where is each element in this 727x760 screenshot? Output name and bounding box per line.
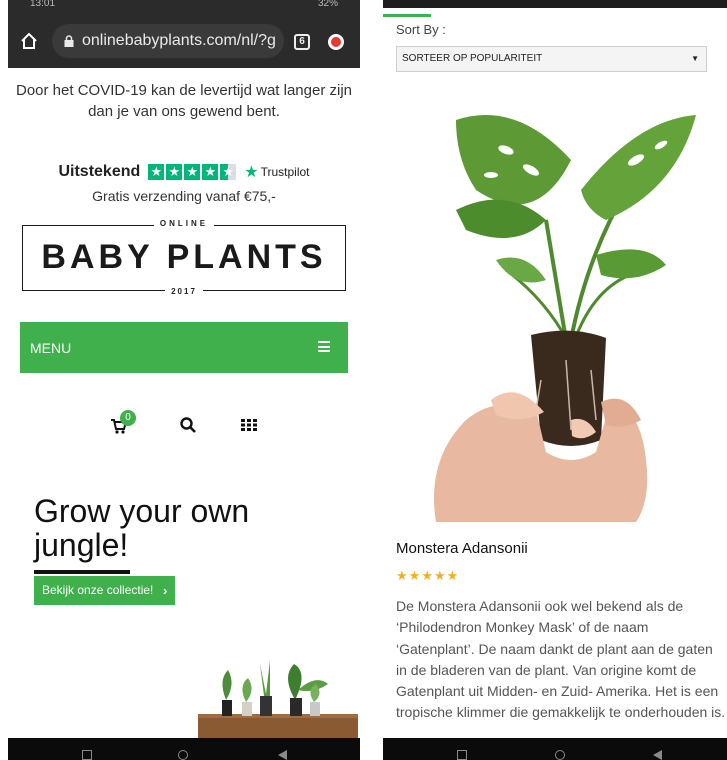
view-collection-button[interactable]: Bekijk onze collectie! › <box>34 576 176 605</box>
android-nav-bar <box>8 738 360 760</box>
page-load-progress <box>383 14 431 17</box>
home-nav-icon[interactable] <box>555 750 565 760</box>
trustpilot-star-icon: ★ <box>148 164 165 180</box>
free-shipping-text: Gratis verzending vanaf €75,- <box>92 188 276 204</box>
trustpilot-logo: ★ Trustpilot <box>244 162 309 182</box>
hero-heading: Grow your own jungle! <box>34 494 249 562</box>
url-text: onlinebabyplants.com/nl/?g <box>82 32 276 49</box>
lock-icon <box>64 35 74 47</box>
star-icon: ★ <box>433 568 446 583</box>
product-rating: ★ ★ ★ ★ ★ <box>396 568 458 584</box>
recent-apps-icon[interactable] <box>82 750 92 760</box>
search-icon[interactable] <box>180 417 196 433</box>
status-time: 13:01 <box>30 0 56 9</box>
right-phone-screen: Sort By : SORTEER OP POPULARITEIT ▼ Mons… <box>383 0 727 760</box>
status-bar: 13:01 32% <box>8 0 360 12</box>
tabs-count-button[interactable]: 6 <box>294 34 310 50</box>
hero-underline <box>34 570 130 574</box>
sort-selected-value: SORTEER OP POPULARITEIT <box>402 53 543 64</box>
grid-icon[interactable] <box>241 419 257 431</box>
product-image[interactable] <box>396 80 727 522</box>
logo-online-text: ONLINE <box>153 219 215 228</box>
covid-notice: Door het COVID-19 kan de levertijd wat l… <box>8 80 360 122</box>
back-icon[interactable] <box>278 750 287 760</box>
star-icon: ★ <box>446 568 459 583</box>
recent-apps-icon[interactable] <box>457 750 467 760</box>
trustpilot-star-logo-icon: ★ <box>244 164 259 181</box>
trustpilot-star-icon: ★ <box>184 164 201 180</box>
star-icon: ★ <box>421 568 433 583</box>
hero-line2: jungle! <box>34 527 129 563</box>
logo-name: BABY PLANTS <box>41 238 327 276</box>
dropdown-caret-icon: ▼ <box>691 54 699 63</box>
hero-line1: Grow your own <box>34 493 250 529</box>
logo-year-text: 2017 <box>165 287 203 296</box>
hamburger-icon[interactable] <box>318 341 330 352</box>
cart-count-badge: 0 <box>120 410 136 426</box>
update-icon[interactable] <box>328 34 344 50</box>
menu-toggle-bar[interactable]: MENU <box>20 322 348 373</box>
covid-notice-line1: Door het COVID-19 kan de levertijd wat l… <box>16 82 352 99</box>
trustpilot-star-icon: ★ <box>166 164 183 180</box>
site-logo[interactable]: ONLINE BABY PLANTS 2017 <box>22 219 346 296</box>
product-title[interactable]: Monstera Adansonii <box>396 540 528 557</box>
status-bar <box>383 0 727 8</box>
sort-select[interactable]: SORTEER OP POPULARITEIT ▼ <box>396 46 707 72</box>
chevron-right-icon: › <box>163 583 168 598</box>
back-icon[interactable] <box>653 750 662 760</box>
trustpilot-star-icon: ★ <box>202 164 219 180</box>
covid-notice-line2: dan je van ons gewend bent. <box>88 103 280 120</box>
plants-image <box>198 660 358 738</box>
product-description: De Monstera Adansonii ook wel bekend als… <box>396 598 726 721</box>
browser-toolbar: onlinebabyplants.com/nl/?g 6 <box>8 12 360 68</box>
left-phone-screen: 13:01 32% onlinebabyplants.com/nl/?g 6 D… <box>8 0 360 760</box>
trustpilot-brand-text: Trustpilot <box>260 165 310 179</box>
sort-by-label: Sort By : <box>396 22 446 37</box>
home-icon[interactable] <box>20 32 38 50</box>
star-icon: ★ <box>396 568 408 583</box>
home-nav-icon[interactable] <box>178 750 188 760</box>
trustpilot-rating-text: Uitstekend <box>58 163 141 180</box>
trustpilot-half-star-icon: ★ <box>220 164 237 180</box>
status-battery: 32% <box>317 0 338 9</box>
view-collection-label: Bekijk onze collectie! <box>42 583 154 597</box>
android-nav-bar <box>383 738 727 760</box>
menu-label: MENU <box>30 340 72 356</box>
address-bar[interactable]: onlinebabyplants.com/nl/?g <box>52 24 284 58</box>
trustpilot-stars: ★ ★ ★ ★ ★ <box>148 164 237 180</box>
trustpilot-widget[interactable]: Uitstekend ★ ★ ★ ★ ★ ★ Trustpilot <box>8 162 360 182</box>
star-icon: ★ <box>408 568 421 583</box>
